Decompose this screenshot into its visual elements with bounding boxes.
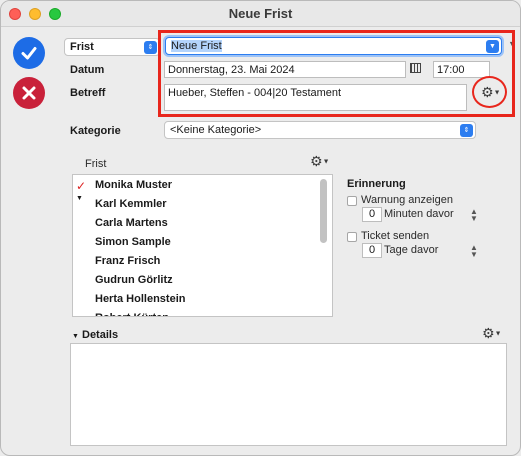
datum-label: Datum (70, 64, 105, 76)
minuten-field[interactable]: 0 (362, 207, 382, 222)
updown-arrow-icon: ⇕ (460, 124, 473, 137)
tage-label: Tage davor (384, 244, 439, 256)
list-item[interactable]: Karl Kemmler (95, 195, 167, 214)
details-disclosure[interactable]: ▼ Details (72, 329, 118, 341)
list-header: Frist (85, 158, 107, 170)
chevron-down-icon: ▼ (494, 330, 502, 338)
minuten-label: Minuten davor (384, 208, 454, 220)
list-item[interactable]: Simon Sample (95, 233, 171, 252)
warnung-checkbox[interactable] (347, 196, 357, 206)
list-item[interactable]: Monika Muster (95, 176, 172, 195)
list-item[interactable]: Carla Martens (95, 214, 168, 233)
checkmark-icon: ✓ (76, 179, 87, 193)
triangle-down-icon[interactable]: ▼ (76, 195, 83, 202)
updown-arrow-icon: ⇕ (144, 41, 157, 54)
ticket-label: Ticket senden (361, 230, 430, 242)
tage-field[interactable]: 0 (362, 243, 382, 258)
title-bar: Neue Frist (1, 1, 520, 27)
highlight-box (158, 30, 515, 117)
type-select-value: Frist (70, 41, 94, 53)
details-label: Details (82, 329, 119, 341)
kategorie-select-value: <Keine Kategorie> (170, 124, 262, 136)
close-x-icon (22, 86, 36, 100)
minuten-stepper[interactable]: ▲ ▼ (470, 208, 478, 223)
ticket-checkbox[interactable] (347, 232, 357, 242)
kategorie-select[interactable]: <Keine Kategorie> ⇕ (164, 121, 476, 139)
confirm-button[interactable] (13, 37, 45, 69)
chevron-down-icon: ▼ (322, 158, 330, 166)
list-item[interactable]: Herta Hollenstein (95, 290, 185, 309)
type-select[interactable]: Frist ⇕ (64, 38, 160, 56)
cancel-button[interactable] (13, 77, 45, 109)
window-title: Neue Frist (228, 6, 293, 21)
tage-stepper[interactable]: ▲ ▼ (470, 244, 478, 259)
erinnerung-title: Erinnerung (347, 178, 406, 190)
list-item[interactable]: Franz Frisch (95, 252, 160, 271)
details-gear-menu[interactable]: ⚙▼ (482, 326, 502, 341)
frist-list[interactable]: ✓ ▼ Monika Muster Karl Kemmler Carla Mar… (72, 174, 333, 317)
warnung-label: Warnung anzeigen (361, 194, 453, 206)
gear-icon: ⚙ (310, 153, 323, 169)
list-scrollbar[interactable] (320, 179, 327, 243)
highlight-circle (472, 76, 507, 108)
details-textarea[interactable] (70, 343, 507, 446)
list-item[interactable]: Gudrun Görlitz (95, 271, 173, 290)
gear-icon: ⚙ (482, 325, 495, 341)
triangle-down-icon: ▼ (72, 333, 79, 340)
dialog-window: Neue Frist Frist ⇕ Neue Frist ▼ ▼ Datum … (0, 0, 521, 456)
checkmark-icon (21, 47, 37, 60)
list-gear-menu[interactable]: ⚙▼ (310, 154, 330, 169)
list-item[interactable]: Robert Kürten (95, 309, 169, 316)
kategorie-label: Kategorie (70, 125, 121, 137)
betreff-label: Betreff (70, 87, 106, 99)
